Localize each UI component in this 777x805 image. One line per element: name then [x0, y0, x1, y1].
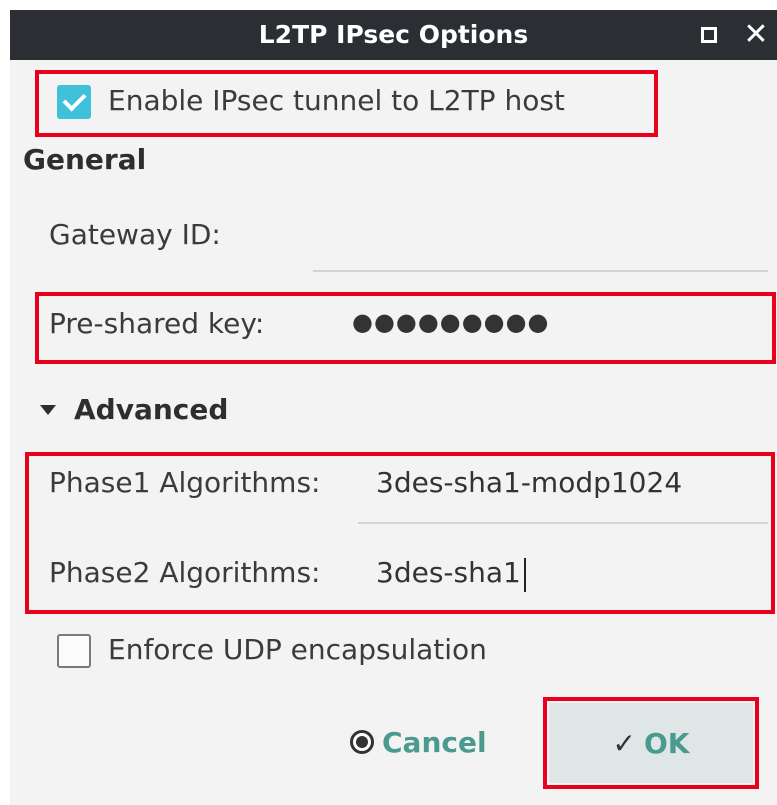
maximize-icon [701, 27, 717, 43]
phase1-label: Phase1 Algorithms: [49, 466, 321, 499]
gateway-id-underline [313, 270, 768, 272]
close-button[interactable]: ✕ [743, 17, 769, 52]
text-cursor [524, 558, 526, 592]
maximize-button[interactable] [696, 22, 722, 48]
ok-button[interactable]: ✓ OK [549, 703, 753, 783]
window-title: L2TP IPsec Options [258, 20, 529, 49]
enable-ipsec-label[interactable]: Enable IPsec tunnel to L2TP host [108, 84, 565, 117]
cancel-label: Cancel [382, 725, 487, 759]
phase1-input[interactable]: 3des-sha1-modp1024 [376, 466, 682, 499]
psk-label: Pre-shared key: [49, 307, 265, 340]
advanced-expander[interactable]: Advanced [74, 393, 228, 426]
expander-triangle-icon[interactable] [40, 405, 56, 415]
title-bar: L2TP IPsec Options ✕ [10, 10, 777, 60]
ok-check-icon: ✓ [612, 726, 636, 760]
enable-ipsec-checkbox[interactable] [57, 85, 91, 119]
cancel-button[interactable]: Cancel [350, 720, 487, 764]
gateway-id-label: Gateway ID: [49, 218, 221, 251]
enforce-udp-label[interactable]: Enforce UDP encapsulation [108, 633, 487, 666]
cancel-icon [350, 730, 374, 754]
phase2-input[interactable]: 3des-sha1 [376, 556, 521, 589]
enforce-udp-checkbox[interactable] [57, 634, 91, 668]
close-icon: ✕ [743, 17, 769, 52]
phase2-label: Phase2 Algorithms: [49, 556, 321, 589]
ok-label: OK [643, 726, 690, 760]
psk-input[interactable]: ●●●●●●●●● [352, 308, 549, 336]
phase1-underline [358, 522, 768, 524]
general-heading: General [23, 143, 147, 176]
